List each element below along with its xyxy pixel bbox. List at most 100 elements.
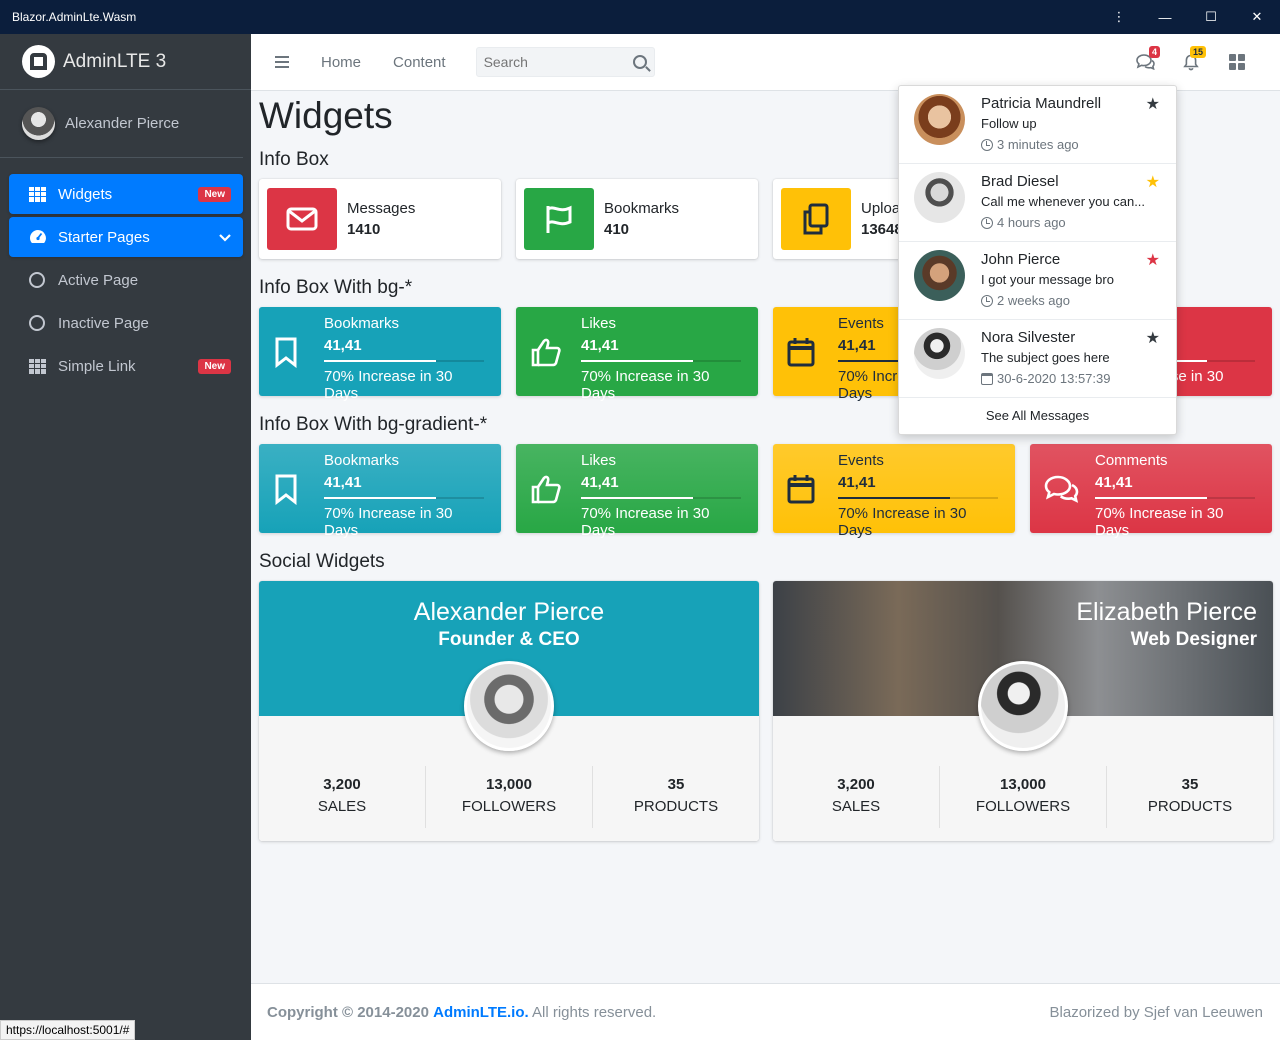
window-titlebar: Blazor.AdminLte.Wasm ⋮ — ☐ ✕ xyxy=(0,0,1280,34)
hamburger-menu-icon[interactable] xyxy=(275,53,289,71)
sidebar-item-label: Inactive Page xyxy=(58,314,149,332)
circle-icon xyxy=(29,272,49,288)
top-navbar: Home Content 4 15 xyxy=(251,34,1280,91)
star-icon[interactable]: ★ xyxy=(1146,328,1160,348)
social-widget-alexander: Alexander Pierce Founder & CEO 3,200 SAL… xyxy=(259,581,759,841)
brand-link[interactable]: AdminLTE 3 xyxy=(0,34,251,90)
info-box-value: 1410 xyxy=(347,221,381,238)
widget-user-role: Web Designer xyxy=(1130,629,1257,650)
info-box-value: 41,41 xyxy=(1095,474,1133,491)
minimize-icon[interactable]: — xyxy=(1142,0,1188,34)
progress-description: 70% Increase in 30 Days xyxy=(324,368,453,402)
chevron-down-icon[interactable] xyxy=(219,229,231,246)
widget-user-avatar xyxy=(978,661,1068,751)
section-title-info-box-gradient: Info Box With bg-gradient-* xyxy=(259,414,488,435)
widget-user-role: Founder & CEO xyxy=(438,629,580,650)
search-icon[interactable] xyxy=(632,55,647,69)
message-time: 4 hours ago xyxy=(981,215,1066,230)
adminlte-link[interactable]: AdminLTE.io. xyxy=(433,1004,529,1021)
info-box-label: Events xyxy=(838,452,884,469)
progress-description: 70% Increase in 30 Days xyxy=(838,505,967,539)
status-url: https://localhost:5001/# xyxy=(0,1020,136,1040)
info-box-gradient-events: Events 41,41 70% Increase in 30 Days xyxy=(773,444,1015,539)
info-box-label: Bookmarks xyxy=(324,452,400,469)
stat-label: PRODUCTS xyxy=(633,798,719,815)
comments-icon xyxy=(1044,444,1080,533)
notifications-count-badge: 15 xyxy=(1189,46,1206,58)
control-sidebar-button[interactable] xyxy=(1214,48,1260,76)
see-all-messages-link[interactable]: See All Messages xyxy=(899,398,1176,423)
message-sender: Patricia Maundrell xyxy=(981,95,1102,112)
user-name[interactable]: Alexander Pierce xyxy=(65,115,179,132)
message-item[interactable]: Brad Diesel Call me whenever you can... … xyxy=(899,164,1176,242)
sidebar-item-widgets[interactable]: Widgets New xyxy=(9,174,243,214)
messages-button[interactable]: 4 xyxy=(1122,46,1168,76)
message-time-text: 30-6-2020 13:57:39 xyxy=(997,371,1111,386)
progress-fill xyxy=(1095,497,1207,499)
clock-icon xyxy=(981,294,993,307)
stat-value: 13,000 xyxy=(486,776,532,793)
star-icon[interactable]: ★ xyxy=(1146,172,1160,192)
progress-bar xyxy=(324,497,484,499)
info-box-label: Comments xyxy=(1095,452,1168,469)
sidebar-item-simple-link[interactable]: Simple Link New xyxy=(9,346,243,386)
stat-products: 35 PRODUCTS xyxy=(1107,766,1273,828)
nav-link-content[interactable]: Content xyxy=(393,54,446,71)
progress-fill xyxy=(838,497,950,499)
grid-icon xyxy=(29,358,49,374)
sidebar-item-starter-pages[interactable]: Starter Pages xyxy=(9,217,243,257)
brand-name: AdminLTE 3 xyxy=(63,50,167,72)
message-item[interactable]: Patricia Maundrell Follow up 3 minutes a… xyxy=(899,86,1176,164)
progress-fill xyxy=(324,497,436,499)
navbar-right: 4 15 xyxy=(1122,46,1260,76)
message-item[interactable]: Nora Silvester The subject goes here 30-… xyxy=(899,320,1176,398)
sidebar-item-label: Widgets xyxy=(58,185,113,203)
info-box-gradient-comments: Comments 41,41 70% Increase in 30 Days xyxy=(1030,444,1272,539)
message-text: The subject goes here xyxy=(981,350,1110,365)
notifications-button[interactable]: 15 xyxy=(1168,46,1214,76)
maximize-icon[interactable]: ☐ xyxy=(1188,0,1234,34)
message-time-text: 3 minutes ago xyxy=(997,137,1079,152)
flag-icon xyxy=(524,188,594,250)
widget-user-name: Alexander Pierce xyxy=(413,598,605,626)
stat-label: FOLLOWERS xyxy=(975,798,1071,815)
close-icon[interactable]: ✕ xyxy=(1234,0,1280,34)
bookmark-icon xyxy=(273,444,299,533)
progress-bar xyxy=(838,497,998,499)
nav-link-home[interactable]: Home xyxy=(321,54,361,71)
sidebar-item-active-page[interactable]: Active Page xyxy=(9,260,243,300)
info-box-messages: Messages 1410 xyxy=(259,179,501,259)
info-box-label: Messages xyxy=(347,200,416,217)
info-box-value: 41,41 xyxy=(581,337,619,354)
stat-label: FOLLOWERS xyxy=(461,798,557,815)
progress-bar xyxy=(1095,497,1255,499)
star-icon[interactable]: ★ xyxy=(1146,250,1160,270)
sidebar-item-inactive-page[interactable]: Inactive Page xyxy=(9,303,243,343)
window-menu-icon[interactable]: ⋮ xyxy=(1096,0,1142,34)
message-avatar xyxy=(914,328,965,379)
star-icon[interactable]: ★ xyxy=(1146,94,1160,114)
stat-followers: 13,000 FOLLOWERS xyxy=(426,766,593,828)
message-sender: John Pierce xyxy=(981,251,1061,268)
search-input[interactable] xyxy=(476,54,625,70)
progress-description: 70% Increase in 30 Days xyxy=(324,505,453,539)
stat-value: 3,200 xyxy=(323,776,361,793)
section-title-info-box-bg: Info Box With bg-* xyxy=(259,277,413,298)
progress-bar xyxy=(581,497,741,499)
progress-fill xyxy=(324,360,436,362)
message-item[interactable]: John Pierce I got your message bro 2 wee… xyxy=(899,242,1176,320)
stat-value: 3,200 xyxy=(837,776,875,793)
sidebar: AdminLTE 3 Alexander Pierce Widgets New … xyxy=(0,34,251,1040)
sidebar-item-label: Active Page xyxy=(58,271,139,289)
info-box-bg-likes: Likes 41,41 70% Increase in 30 Days xyxy=(516,307,758,402)
info-box-label: Bookmarks xyxy=(324,315,400,332)
message-time: 2 weeks ago xyxy=(981,293,1070,308)
stat-label: SALES xyxy=(831,798,881,815)
user-panel[interactable]: Alexander Pierce xyxy=(0,90,243,158)
info-box-value: 41,41 xyxy=(324,337,362,354)
stat-value: 35 xyxy=(667,776,685,793)
progress-description: 70% Increase in 30 Days xyxy=(581,368,710,402)
circle-icon xyxy=(29,315,49,331)
stat-sales: 3,200 SALES xyxy=(773,766,940,828)
message-time: 30-6-2020 13:57:39 xyxy=(981,371,1110,386)
